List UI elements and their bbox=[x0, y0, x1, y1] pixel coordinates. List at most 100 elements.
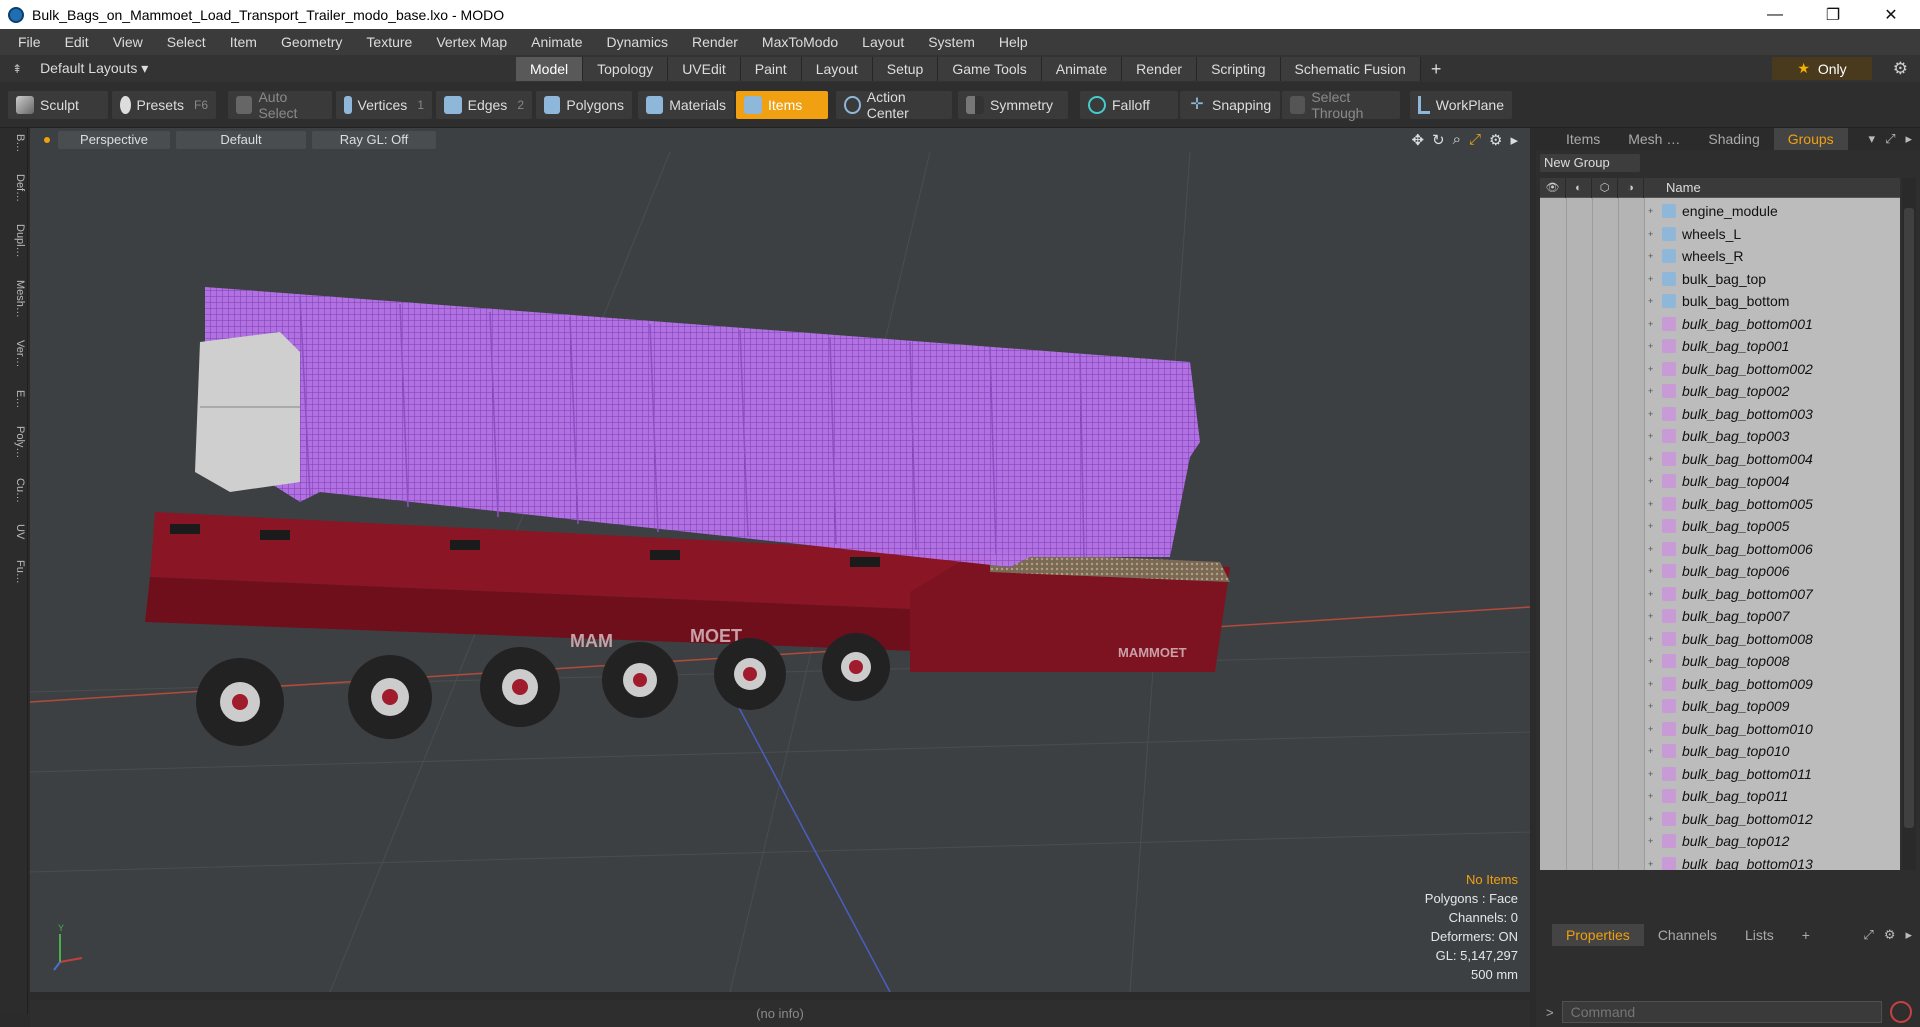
raygl-button[interactable]: Ray GL: Off bbox=[312, 131, 436, 149]
menu-dynamics[interactable]: Dynamics bbox=[595, 34, 680, 50]
auto-select-button[interactable]: Auto Select bbox=[228, 89, 332, 121]
vtab-fusion[interactable]: Fu… bbox=[2, 560, 26, 584]
group-row[interactable]: + bulk_bag_top007 bbox=[1644, 605, 1900, 628]
group-row[interactable]: + bulk_bag_bottom012 bbox=[1644, 808, 1900, 831]
vtab-vertex[interactable]: Ver… bbox=[2, 340, 26, 368]
group-row[interactable]: + wheels_L bbox=[1644, 223, 1900, 246]
group-row[interactable]: + bulk_bag_bottom003 bbox=[1644, 403, 1900, 426]
group-row[interactable]: + bulk_bag_bottom008 bbox=[1644, 628, 1900, 651]
panel-menu-icon[interactable]: ▾ bbox=[1869, 131, 1876, 147]
group-row[interactable]: + bulk_bag_top010 bbox=[1644, 740, 1900, 763]
expand-icon[interactable]: + bbox=[1648, 319, 1662, 329]
tab-lists[interactable]: Lists bbox=[1731, 924, 1788, 946]
expand-icon[interactable]: + bbox=[1648, 476, 1662, 486]
properties-expand-icon[interactable]: ⤢ bbox=[1863, 927, 1873, 943]
group-row[interactable]: + bulk_bag_bottom013 bbox=[1644, 853, 1900, 870]
expand-icon[interactable]: + bbox=[1648, 814, 1662, 824]
expand-icon[interactable]: + bbox=[1648, 859, 1662, 869]
vtab-uv[interactable]: UV bbox=[2, 524, 26, 539]
group-row[interactable]: + bulk_bag_bottom002 bbox=[1644, 358, 1900, 381]
properties-arrow-icon[interactable]: ▸ bbox=[1905, 927, 1912, 943]
expand-icon[interactable]: + bbox=[1648, 589, 1662, 599]
menu-maxtomodo[interactable]: MaxToModo bbox=[750, 34, 850, 50]
close-button[interactable]: ✕ bbox=[1862, 0, 1920, 29]
tab-render[interactable]: Render bbox=[1122, 57, 1198, 81]
vtab-duplicate[interactable]: Dupl… bbox=[2, 224, 26, 258]
menu-edit[interactable]: Edit bbox=[53, 34, 101, 50]
maximize-button[interactable]: ❐ bbox=[1804, 0, 1862, 29]
tab-game-tools[interactable]: Game Tools bbox=[938, 57, 1042, 81]
tab-channels[interactable]: Channels bbox=[1644, 924, 1731, 946]
polygons-button[interactable]: Polygons bbox=[536, 91, 632, 119]
expand-icon[interactable]: + bbox=[1648, 746, 1662, 756]
group-row[interactable]: + bulk_bag_top002 bbox=[1644, 380, 1900, 403]
menu-help[interactable]: Help bbox=[987, 34, 1040, 50]
expand-icon[interactable]: + bbox=[1648, 251, 1662, 261]
falloff-button[interactable]: Falloff bbox=[1080, 91, 1178, 119]
record-macro-icon[interactable] bbox=[1889, 1001, 1912, 1023]
group-row[interactable]: + bulk_bag_top bbox=[1644, 268, 1900, 291]
rotate-icon[interactable]: ↻ bbox=[1432, 131, 1445, 149]
select-column-icon[interactable]: ◑ bbox=[1618, 177, 1644, 198]
minimize-button[interactable]: — bbox=[1746, 0, 1804, 29]
group-row[interactable]: + bulk_bag_bottom009 bbox=[1644, 673, 1900, 696]
group-row[interactable]: + bulk_bag_top001 bbox=[1644, 335, 1900, 358]
menu-select[interactable]: Select bbox=[155, 34, 218, 50]
layouts-dropdown[interactable]: ⇞ Default Layouts ▾ bbox=[12, 60, 162, 77]
tab-items[interactable]: Items bbox=[1552, 128, 1614, 150]
menu-view[interactable]: View bbox=[101, 34, 155, 50]
only-toggle[interactable]: ★ Only bbox=[1772, 57, 1872, 80]
menu-render[interactable]: Render bbox=[680, 34, 750, 50]
expand-icon[interactable]: + bbox=[1648, 341, 1662, 351]
view-type-button[interactable]: Perspective bbox=[58, 131, 170, 149]
expand-icon[interactable]: + bbox=[1648, 836, 1662, 846]
groups-scrollbar[interactable] bbox=[1902, 178, 1916, 870]
expand-icon[interactable]: + bbox=[1648, 679, 1662, 689]
menu-geometry[interactable]: Geometry bbox=[269, 34, 354, 50]
group-row[interactable]: + bulk_bag_bottom005 bbox=[1644, 493, 1900, 516]
menu-vertex-map[interactable]: Vertex Map bbox=[424, 34, 519, 50]
vtab-polygon[interactable]: Poly… bbox=[2, 426, 26, 458]
symmetry-button[interactable]: Symmetry bbox=[958, 91, 1068, 119]
expand-icon[interactable]: + bbox=[1648, 364, 1662, 374]
group-row[interactable]: + bulk_bag_bottom001 bbox=[1644, 313, 1900, 336]
vtab-curve[interactable]: Cu… bbox=[2, 478, 26, 503]
new-group-button[interactable]: New Group bbox=[1540, 154, 1640, 172]
tab-uvedit[interactable]: UVEdit bbox=[668, 57, 741, 81]
expand-icon[interactable]: + bbox=[1648, 454, 1662, 464]
menu-texture[interactable]: Texture bbox=[354, 34, 424, 50]
menu-system[interactable]: System bbox=[916, 34, 987, 50]
expand-icon[interactable]: + bbox=[1648, 499, 1662, 509]
group-row[interactable]: + bulk_bag_bottom011 bbox=[1644, 763, 1900, 786]
menu-item[interactable]: Item bbox=[218, 34, 269, 50]
name-column-header[interactable]: Name bbox=[1666, 180, 1701, 195]
vertices-button[interactable]: Vertices 1 bbox=[336, 91, 432, 119]
tab-groups[interactable]: Groups bbox=[1773, 128, 1848, 150]
vtab-basic[interactable]: B… bbox=[2, 134, 26, 152]
menu-animate[interactable]: Animate bbox=[519, 34, 594, 50]
expand-icon[interactable]: + bbox=[1648, 409, 1662, 419]
vtab-mesh-edit[interactable]: Mesh… bbox=[2, 280, 26, 318]
tab-mesh[interactable]: Mesh … bbox=[1614, 128, 1694, 150]
maximize-viewport-icon[interactable]: ⤢ bbox=[1469, 131, 1481, 149]
scrollbar-thumb[interactable] bbox=[1904, 208, 1914, 828]
collapse-arrow-icon[interactable]: ⇞ bbox=[12, 62, 22, 76]
expand-icon[interactable]: + bbox=[1648, 791, 1662, 801]
tab-topology[interactable]: Topology bbox=[583, 57, 669, 81]
expand-icon[interactable]: + bbox=[1648, 566, 1662, 576]
command-input[interactable] bbox=[1561, 1001, 1882, 1023]
group-row[interactable]: + bulk_bag_top009 bbox=[1644, 695, 1900, 718]
expand-icon[interactable]: + bbox=[1648, 229, 1662, 239]
gear-icon[interactable]: ⚙ bbox=[1893, 59, 1908, 79]
group-row[interactable]: + bulk_bag_top003 bbox=[1644, 425, 1900, 448]
group-row[interactable]: + bulk_bag_top004 bbox=[1644, 470, 1900, 493]
visibility-column-icon[interactable]: 👁 bbox=[1540, 177, 1566, 198]
lock-column-icon[interactable]: ⬡ bbox=[1592, 177, 1618, 198]
tab-model[interactable]: Model bbox=[516, 57, 584, 81]
action-center-button[interactable]: Action Center bbox=[836, 89, 952, 121]
snapping-button[interactable]: ✛ Snapping bbox=[1180, 91, 1280, 119]
workplane-button[interactable]: WorkPlane bbox=[1410, 91, 1512, 119]
tab-paint[interactable]: Paint bbox=[740, 57, 802, 81]
tab-scripting[interactable]: Scripting bbox=[1197, 57, 1281, 81]
tab-setup[interactable]: Setup bbox=[872, 57, 939, 81]
